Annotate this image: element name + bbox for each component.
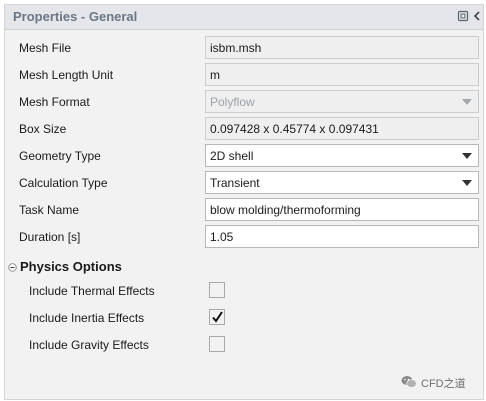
dropdown-arrow-icon[interactable]	[462, 180, 472, 186]
physics-options-title: Physics Options	[20, 259, 122, 274]
mesh-length-unit-value: m	[210, 68, 220, 82]
task-name-row: Task Name	[5, 197, 485, 224]
inertia-effects-label: Include Inertia Effects	[29, 311, 145, 325]
box-size-field: 0.097428 x 0.45774 x 0.097431	[205, 117, 479, 140]
box-size-row: Box Size 0.097428 x 0.45774 x 0.097431	[5, 116, 485, 143]
duration-field[interactable]	[205, 225, 479, 248]
task-name-field[interactable]	[205, 198, 479, 221]
restore-window-icon[interactable]	[457, 10, 469, 22]
panel-title: Properties - General	[13, 9, 138, 24]
mesh-format-dropdown: Polyflow	[205, 90, 479, 113]
panel-titlebar: Properties - General	[5, 5, 483, 30]
thermal-effects-label: Include Thermal Effects	[29, 284, 155, 298]
checkmark-icon	[212, 311, 223, 323]
calculation-type-dropdown[interactable]: Transient	[205, 171, 479, 194]
mesh-file-field: isbm.msh	[205, 36, 479, 59]
mesh-length-unit-label: Mesh Length Unit	[19, 68, 114, 82]
mesh-format-label: Mesh Format	[19, 95, 90, 109]
chevron-left-icon[interactable]	[471, 10, 483, 22]
calculation-type-label: Calculation Type	[19, 176, 108, 190]
geometry-type-label: Geometry Type	[19, 149, 101, 163]
properties-panel: Properties - General Mesh File isbm.msh …	[4, 4, 484, 400]
geometry-type-value: 2D shell	[210, 149, 254, 163]
duration-row: Duration [s]	[5, 224, 485, 251]
box-size-value: 0.097428 x 0.45774 x 0.097431	[210, 122, 379, 136]
task-name-input[interactable]	[210, 203, 474, 217]
task-name-label: Task Name	[19, 203, 80, 217]
gravity-effects-checkbox[interactable]	[209, 336, 225, 352]
thermal-effects-checkbox[interactable]	[209, 282, 225, 298]
gravity-effects-label: Include Gravity Effects	[29, 338, 149, 352]
duration-input[interactable]	[210, 230, 474, 244]
wechat-icon	[401, 375, 417, 389]
mesh-file-label: Mesh File	[19, 41, 72, 55]
thermal-effects-row: Include Thermal Effects	[5, 278, 485, 305]
inertia-effects-checkbox[interactable]	[209, 309, 225, 325]
dropdown-arrow-icon	[462, 99, 472, 105]
watermark-text: CFD之道	[421, 378, 466, 390]
geometry-type-dropdown[interactable]: 2D shell	[205, 144, 479, 167]
calculation-type-row: Calculation Type Transient	[5, 170, 485, 197]
mesh-format-value: Polyflow	[210, 95, 255, 109]
geometry-type-row: Geometry Type 2D shell	[5, 143, 485, 170]
duration-label: Duration [s]	[19, 230, 81, 244]
gravity-effects-row: Include Gravity Effects	[5, 332, 485, 359]
box-size-label: Box Size	[19, 122, 67, 136]
mesh-format-row: Mesh Format Polyflow	[5, 89, 485, 116]
mesh-file-row: Mesh File isbm.msh	[5, 35, 485, 62]
physics-options-header[interactable]: Physics Options	[5, 257, 485, 277]
calculation-type-value: Transient	[210, 176, 260, 190]
collapse-minus-icon[interactable]	[8, 261, 17, 272]
mesh-length-unit-field: m	[205, 63, 479, 86]
dropdown-arrow-icon[interactable]	[462, 153, 472, 159]
watermark: CFD之道	[401, 374, 481, 390]
mesh-file-value: isbm.msh	[210, 41, 262, 55]
inertia-effects-row: Include Inertia Effects	[5, 305, 485, 332]
mesh-length-unit-row: Mesh Length Unit m	[5, 62, 485, 89]
